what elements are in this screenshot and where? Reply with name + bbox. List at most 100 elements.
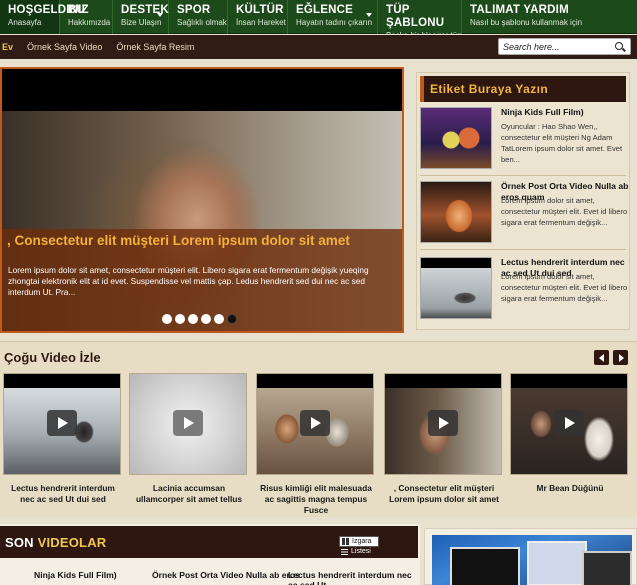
- section-title-highlight: VIDEOLAR: [37, 535, 107, 550]
- tag-item[interactable]: Ninja Kids Full Film) Oyuncular : Hao Sh…: [420, 107, 628, 173]
- video-card[interactable]: , Consectetur elit müşteri Lorem ipsum d…: [384, 373, 504, 505]
- latest-video-title[interactable]: Örnek Post Orta Video Nulla ab eros: [152, 570, 300, 580]
- video-thumbnail[interactable]: [129, 373, 247, 475]
- section-title: Çoğu Video İzle: [4, 350, 101, 365]
- slider-dot[interactable]: [214, 314, 224, 324]
- nav-item-subtitle: İnsan Hareket: [236, 18, 286, 27]
- featured-slider[interactable]: , Consectetur elit müşteri Lorem ipsum d…: [0, 67, 404, 333]
- latest-videos-header: SON VIDEOLAR Izgara Listesi: [0, 526, 418, 558]
- nav-item-subtitle: Sağlıklı olmak: [177, 18, 227, 27]
- video-card[interactable]: Mr Bean Düğünü: [510, 373, 630, 494]
- tag-item-description: Lorem ipsum dolor sit amet, consectetur …: [501, 196, 628, 227]
- nav-item-entertainment[interactable]: EĞLENCE Hayatın tadını çıkarın: [288, 0, 378, 34]
- nav-item-subtitle: Hayatın tadını çıkarın: [296, 18, 373, 27]
- slide-letterbox: [2, 69, 402, 111]
- tag-panel: Etiket Buraya Yazın Ninja Kids Full Film…: [416, 72, 630, 330]
- slider-dot[interactable]: [201, 314, 211, 324]
- search-input[interactable]: [499, 41, 614, 52]
- nav-item-about[interactable]: BU Hakkımızda: [60, 0, 113, 34]
- video-card[interactable]: Lacinia accumsan ullamcorper sit amet te…: [129, 373, 249, 505]
- nav-item-help[interactable]: TALIMAT YARDIM Nasıl bu şablonu kullanma…: [462, 0, 637, 34]
- nav-item-tube-template[interactable]: TÜP ŞABLONU Başka bir blogger tüp: [378, 0, 462, 40]
- list-view-label: Listesi: [351, 548, 371, 555]
- divider: [420, 175, 626, 176]
- slide-description: Lorem ipsum dolor sit amet, consectetur …: [8, 265, 369, 297]
- nav-item-support[interactable]: DESTEK Bize Ulaşın: [113, 0, 169, 34]
- nav-item-title: HOŞGELDINIZ: [8, 4, 89, 16]
- view-toggle: Izgara Listesi: [339, 536, 379, 558]
- section-title: SON VIDEOLAR: [5, 535, 106, 550]
- video-caption[interactable]: , Consectetur elit müşteri Lorem ipsum d…: [384, 483, 504, 505]
- tag-item-thumbnail[interactable]: [420, 257, 492, 319]
- video-caption[interactable]: Lectus hendrerit interdum nec ac sed Ut …: [3, 483, 123, 505]
- banner-screen: [582, 551, 632, 585]
- nav-item-home[interactable]: HOŞGELDINIZ Anasayfa: [0, 0, 89, 34]
- thumbnail-letterbox: [385, 374, 501, 388]
- nav-item-title: TÜP ŞABLONU: [386, 4, 445, 29]
- banner-screen: [527, 541, 587, 585]
- latest-videos-section: SON VIDEOLAR Izgara Listesi Ninja Kids F…: [0, 524, 420, 585]
- play-icon[interactable]: [428, 410, 458, 436]
- nav-item-sport[interactable]: SPOR Sağlıklı olmak: [169, 0, 228, 34]
- search-box: [498, 38, 631, 55]
- thumbnail-letterbox: [257, 374, 373, 388]
- section-title-part: SON: [5, 535, 38, 550]
- top-navigation: HOŞGELDINIZ Anasayfa BU Hakkımızda DESTE…: [0, 0, 637, 40]
- slider-dot-active[interactable]: [227, 314, 237, 324]
- nav-item-title: EĞLENCE: [296, 4, 353, 16]
- tag-panel-header: Etiket Buraya Yazın: [420, 76, 626, 102]
- slider-dot[interactable]: [188, 314, 198, 324]
- carousel-prev-button[interactable]: [594, 350, 609, 365]
- thumbnail-letterbox: [511, 374, 627, 388]
- nav-item-subtitle: Hakkımızda: [68, 18, 111, 27]
- nav-item-subtitle: Nasıl bu şablonu kullanmak için: [470, 18, 583, 27]
- nav-item-title: KÜLTÜR: [236, 4, 284, 16]
- video-caption[interactable]: Risus kimliği elit malesuada ac sagittis…: [256, 483, 376, 516]
- tag-item-thumbnail[interactable]: [420, 107, 492, 169]
- sidebar-banner[interactable]: [424, 528, 637, 585]
- nav-item-culture[interactable]: KÜLTÜR İnsan Hareket: [228, 0, 288, 34]
- tag-item[interactable]: Örnek Post Orta Video Nulla ab eros quam…: [420, 181, 628, 247]
- grid-icon: [342, 538, 349, 545]
- latest-video-title[interactable]: Ninja Kids Full Film): [34, 570, 117, 580]
- tag-item[interactable]: Lectus hendrerit interdum nec ac sed Ut …: [420, 257, 628, 323]
- tag-item-thumbnail[interactable]: [420, 181, 492, 243]
- video-card[interactable]: Risus kimliği elit malesuada ac sagittis…: [256, 373, 376, 516]
- video-thumbnail[interactable]: [256, 373, 374, 475]
- banner-image[interactable]: [432, 535, 632, 585]
- latest-video-title[interactable]: Lectus hendrerit interdum nec ac sed Ut: [288, 570, 420, 585]
- page-links-bar: Ev Örnek Sayfa Video Örnek Sayfa Resim: [0, 35, 637, 59]
- list-icon: [341, 549, 348, 555]
- video-card[interactable]: Lectus hendrerit interdum nec ac sed Ut …: [3, 373, 123, 505]
- play-icon[interactable]: [47, 410, 77, 436]
- divider: [420, 249, 626, 250]
- tag-panel-title: Etiket Buraya Yazın: [430, 82, 549, 96]
- subnav-link-image[interactable]: Örnek Sayfa Resim: [116, 42, 194, 52]
- play-icon[interactable]: [554, 410, 584, 436]
- grid-view-label: Izgara: [352, 538, 372, 545]
- video-caption[interactable]: Mr Bean Düğünü: [510, 483, 630, 494]
- grid-view-button[interactable]: Izgara: [339, 536, 379, 547]
- slide-title[interactable]: , Consectetur elit müşteri Lorem ipsum d…: [7, 233, 350, 248]
- play-icon[interactable]: [300, 410, 330, 436]
- nav-item-title: TALIMAT YARDIM: [470, 4, 569, 16]
- search-icon[interactable]: [614, 41, 626, 53]
- nav-item-subtitle: Bize Ulaşın: [121, 18, 162, 27]
- slider-dot[interactable]: [175, 314, 185, 324]
- nav-item-title: DESTEK: [121, 4, 169, 16]
- chevron-down-icon: [157, 13, 163, 17]
- nav-item-title: BU: [68, 4, 86, 16]
- subnav-home-link[interactable]: Ev: [2, 42, 13, 52]
- carousel-next-button[interactable]: [613, 350, 628, 365]
- video-thumbnail[interactable]: [384, 373, 502, 475]
- tag-item-title[interactable]: Ninja Kids Full Film): [501, 107, 629, 118]
- slider-dot[interactable]: [162, 314, 172, 324]
- video-thumbnail[interactable]: [510, 373, 628, 475]
- video-caption[interactable]: Lacinia accumsan ullamcorper sit amet te…: [129, 483, 249, 505]
- nav-item-subtitle: Anasayfa: [8, 18, 42, 27]
- tag-item-description: Oyuncular : Hao Shao Wen,, consectetur e…: [501, 122, 623, 164]
- video-thumbnail[interactable]: [3, 373, 121, 475]
- subnav-link-video[interactable]: Örnek Sayfa Video: [27, 42, 102, 52]
- play-icon[interactable]: [173, 410, 203, 436]
- list-view-button[interactable]: Listesi: [339, 547, 379, 558]
